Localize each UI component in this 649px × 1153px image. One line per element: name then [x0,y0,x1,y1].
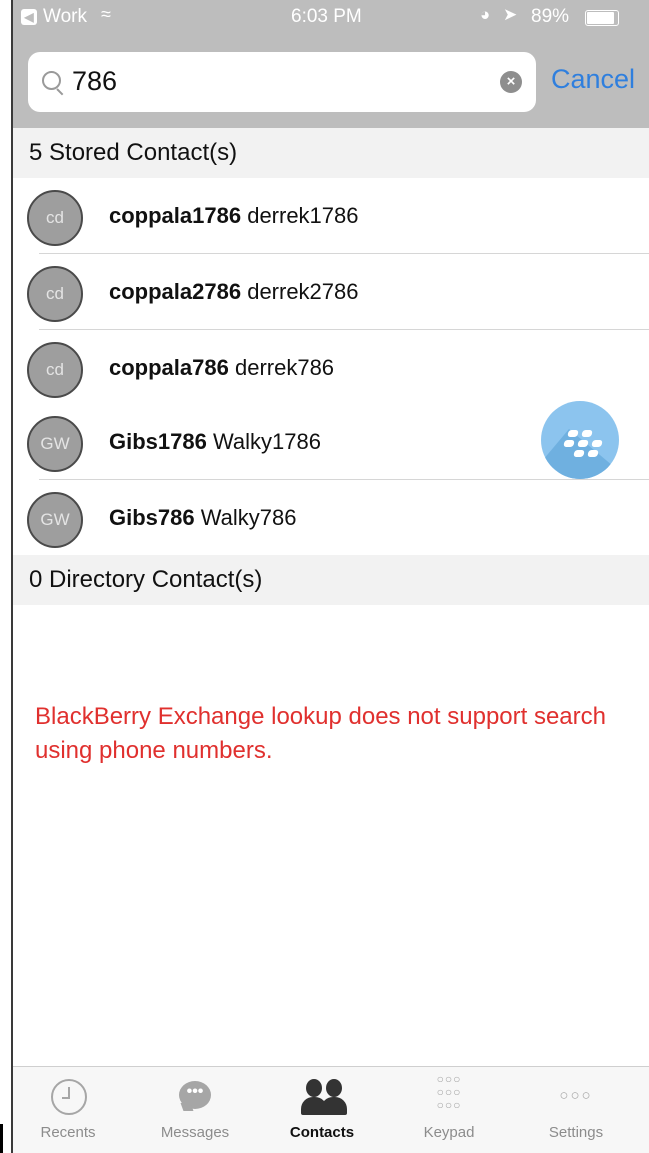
carrier-label: Work [43,6,87,27]
contact-last-name: derrek2786 [247,279,359,304]
chat-bubble-icon: ••• [179,1081,211,1109]
contact-last-name: Walky1786 [212,429,321,454]
tab-bar: Recents ••• Messages Contacts ○○○ ○○○ ○○○ … [13,1066,649,1153]
keypad-icon: ○○○ ○○○ ○○○ [436,1072,462,1112]
contact-first-name: Gibs1786 [109,429,207,454]
tab-recents[interactable]: Recents [13,1067,123,1153]
cancel-button[interactable]: Cancel [551,64,635,95]
status-time: 6:03 PM [291,6,362,27]
contact-name: Gibs786 Walky786 [109,505,297,531]
directory-contacts-title: 0 Directory Contact(s) [29,566,263,593]
tab-keypad[interactable]: ○○○ ○○○ ○○○ Keypad [394,1067,504,1153]
contact-first-name: coppala2786 [109,279,242,304]
contact-name: coppala786 derrek786 [109,355,334,381]
avatar: GW [27,416,83,472]
tab-messages[interactable]: ••• Messages [140,1067,250,1153]
contact-row[interactable]: cd coppala1786 derrek1786 [13,178,649,254]
blackberry-logo-icon[interactable] [541,401,619,479]
wifi-icon: ≈ [101,4,111,24]
avatar: cd [27,342,83,398]
contact-row[interactable]: cd coppala2786 derrek2786 [13,254,649,330]
contact-last-name: derrek1786 [247,203,359,228]
tab-label: Keypad [423,1124,475,1141]
tab-label: Recents [40,1124,96,1141]
contact-row[interactable]: cd coppala786 derrek786 [13,330,649,406]
contact-row[interactable]: GW Gibs786 Walky786 [13,480,649,556]
top-bar: ◀ Work ≈ 6:03 PM ◕ ➤ 89% 786 × Cancel [13,0,649,128]
contact-first-name: coppala1786 [109,203,242,228]
tab-label: Messages [160,1124,230,1141]
directory-contacts-header: 0 Directory Contact(s) [13,555,649,605]
stored-contacts-title: 5 Stored Contact(s) [29,139,238,166]
battery-percent: 89% [531,6,570,27]
status-bar: ◀ Work ≈ 6:03 PM ◕ ➤ 89% [13,0,649,34]
avatar: cd [27,190,83,246]
contact-first-name: Gibs786 [109,505,195,530]
more-icon: ○○○ [559,1087,593,1104]
rotation-lock-icon: ◕ [480,5,491,24]
avatar: cd [27,266,83,322]
back-to-app-icon[interactable]: ◀ [21,9,37,25]
contact-name: Gibs1786 Walky1786 [109,429,321,455]
lookup-notice: BlackBerry Exchange lookup does not supp… [35,703,606,764]
tab-label: Settings [548,1124,604,1141]
tab-label: Contacts [289,1124,355,1141]
contact-name: coppala2786 derrek2786 [109,279,359,305]
phone-screen: ◀ Work ≈ 6:03 PM ◕ ➤ 89% 786 × Cancel 5 … [11,0,649,1153]
clock-icon [51,1079,87,1115]
contact-first-name: coppala786 [109,355,229,380]
battery-icon [585,10,619,26]
contact-last-name: derrek786 [234,355,335,380]
stored-contacts-header: 5 Stored Contact(s) [13,128,649,178]
clear-search-icon[interactable]: × [500,71,522,93]
contact-last-name: Walky786 [200,505,297,530]
search-query[interactable]: 786 [72,66,117,97]
tab-settings[interactable]: ○○○ Settings [521,1067,631,1153]
avatar: GW [27,492,83,548]
search-field[interactable]: 786 × [28,52,536,112]
search-icon [42,71,61,90]
left-edge-marker [0,1124,3,1153]
contact-name: coppala1786 derrek1786 [109,203,359,229]
location-arrow-icon: ➤ [503,5,518,24]
contacts-icon [295,1077,351,1117]
tab-contacts[interactable]: Contacts [267,1067,377,1153]
